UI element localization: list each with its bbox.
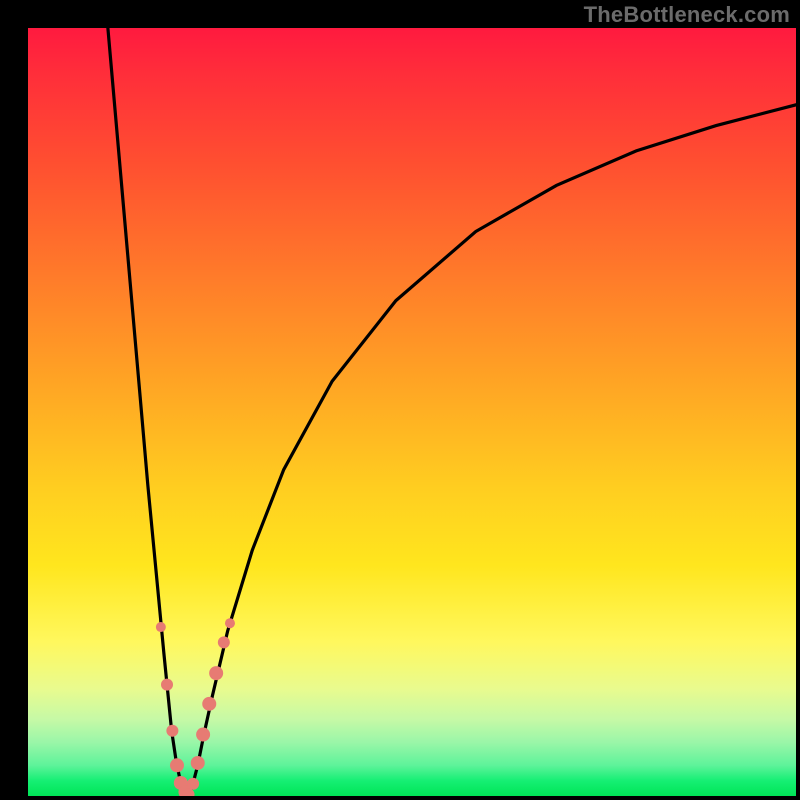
scatter-dot: [191, 756, 205, 770]
attribution-label: TheBottleneck.com: [584, 2, 790, 28]
scatter-dot: [156, 622, 166, 632]
chart-stage: TheBottleneck.com: [0, 0, 800, 800]
scatter-dot: [170, 758, 184, 772]
scatter-dot: [187, 778, 199, 790]
scatter-dot: [209, 666, 223, 680]
scatter-dot: [218, 636, 230, 648]
scatter-dot: [225, 618, 235, 628]
plot-area: [28, 28, 796, 796]
scatter-layer: [28, 28, 796, 796]
scatter-dot: [196, 728, 210, 742]
scatter-dot: [202, 697, 216, 711]
scatter-dot: [166, 725, 178, 737]
scatter-dot: [161, 679, 173, 691]
